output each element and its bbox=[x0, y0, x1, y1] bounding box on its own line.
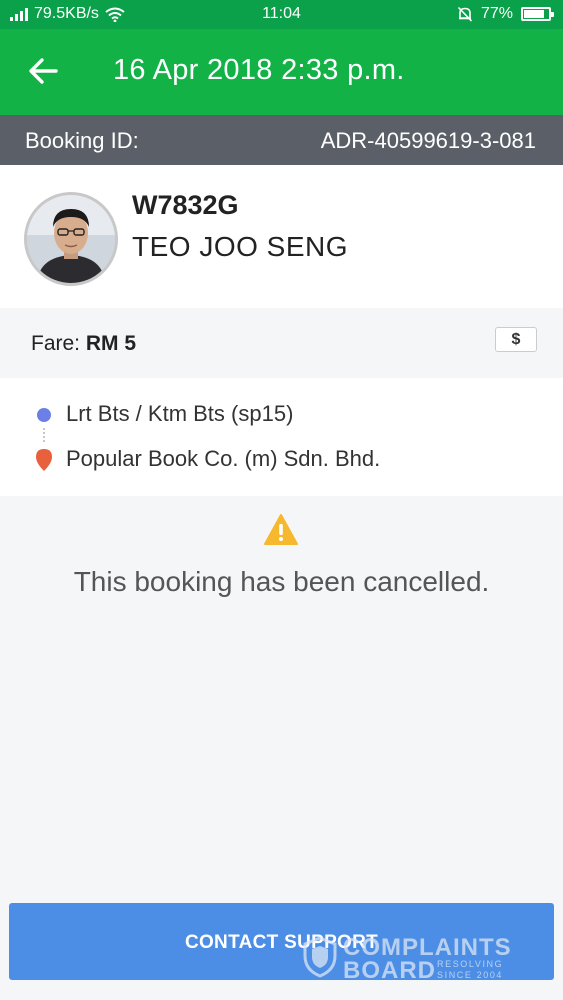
battery-percent: 77% bbox=[480, 5, 513, 22]
app-bar: 16 Apr 2018 2:33 p.m. bbox=[0, 29, 563, 115]
route-connector bbox=[43, 428, 45, 442]
driver-avatar bbox=[24, 192, 118, 286]
cancellation-message: This booking has been cancelled. bbox=[73, 566, 490, 597]
watermark-tagline: RESOLVING SINCE 2004 bbox=[437, 959, 503, 981]
warning-icon bbox=[264, 514, 298, 545]
status-right: 77% bbox=[457, 5, 554, 23]
watermark-line2: BOARD bbox=[343, 957, 436, 984]
pickup-location: Lrt Bts / Ktm Bts (sp15) bbox=[66, 401, 294, 426]
route-section: Lrt Bts / Ktm Bts (sp15) Popular Book Co… bbox=[0, 378, 563, 496]
driver-name: TEO JOO SENG bbox=[132, 231, 349, 262]
alarm-muted-icon bbox=[457, 6, 473, 22]
fare-section: Fare: RM 5 bbox=[0, 308, 563, 378]
dropoff-pin-icon bbox=[36, 449, 52, 471]
complaints-board-watermark: COMPLAINTS BOARD RESOLVING SINCE 2004 bbox=[303, 934, 518, 984]
booking-id-label: Booking ID: bbox=[25, 128, 139, 153]
watermark-tag1: RESOLVING bbox=[437, 959, 504, 969]
cancellation-notice: This booking has been cancelled. bbox=[0, 496, 563, 878]
dropoff-location: Popular Book Co. (m) Sdn. Bhd. bbox=[66, 446, 381, 471]
status-bar: 79.5KB/s 11:04 77% bbox=[0, 0, 563, 29]
shield-logo-icon bbox=[303, 936, 337, 978]
fare-line: Fare: RM 5 bbox=[31, 332, 136, 356]
booking-id-bar: Booking ID: ADR-40599619-3-081 bbox=[0, 115, 563, 165]
page-title: 16 Apr 2018 2:33 p.m. bbox=[113, 54, 405, 86]
booking-id-value: ADR-40599619-3-081 bbox=[320, 128, 536, 153]
fare-amount: RM 5 bbox=[85, 332, 137, 355]
pickup-dot-icon bbox=[37, 408, 51, 422]
driver-card: W7832G TEO JOO SENG bbox=[0, 165, 563, 308]
battery-icon bbox=[521, 7, 554, 21]
back-arrow-icon[interactable] bbox=[24, 51, 64, 91]
cash-payment-icon: $ bbox=[495, 327, 537, 352]
fare-label: Fare: bbox=[31, 332, 81, 355]
vehicle-plate: W7832G bbox=[132, 190, 239, 220]
watermark-tag2: SINCE 2004 bbox=[437, 970, 504, 980]
driver-photo-icon bbox=[27, 195, 115, 283]
